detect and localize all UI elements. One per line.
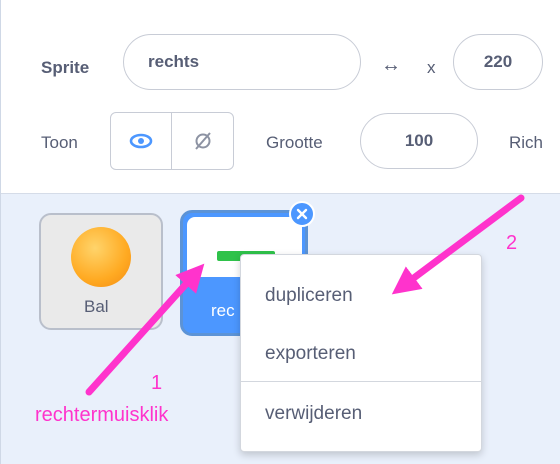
menu-divider — [241, 381, 481, 382]
annotation-right-click: rechtermuisklik — [35, 404, 169, 426]
size-label: Grootte — [266, 133, 323, 152]
context-menu: dupliceren exporteren verwijderen — [240, 254, 482, 452]
size-value: 100 — [404, 131, 434, 150]
hide-button[interactable] — [172, 113, 233, 169]
show-button[interactable] — [111, 113, 173, 169]
menu-item-delete[interactable]: verwijderen — [241, 385, 481, 443]
sprite-pane: Sprite rechts ↔ x 220 Toon Grootte 100 R… — [0, 0, 560, 464]
visibility-toggle — [110, 112, 234, 170]
ball-icon — [71, 227, 131, 287]
menu-item-export[interactable]: exporteren — [241, 325, 481, 383]
hidden-eye-icon — [194, 132, 211, 150]
sprite-tile-bal[interactable]: Bal — [39, 213, 163, 330]
close-icon — [296, 208, 308, 220]
sprite-name-value: rechts — [148, 52, 200, 71]
delete-sprite-button[interactable] — [289, 201, 315, 227]
sprite-info-panel: Sprite rechts ↔ x 220 Toon Grootte 100 R… — [1, 0, 560, 194]
size-input[interactable]: 100 — [360, 113, 478, 169]
x-value: 220 — [483, 52, 513, 71]
x-input[interactable]: 220 — [453, 34, 543, 90]
x-label: x — [427, 58, 436, 77]
annotation-step-1: 1 — [151, 372, 163, 394]
eye-icon — [129, 133, 153, 149]
sprite-label: Sprite — [41, 58, 90, 77]
sprite-name-input[interactable]: rechts — [123, 34, 361, 90]
show-label: Toon — [41, 133, 78, 152]
sprite-tile-label: rec — [211, 301, 235, 320]
menu-item-duplicate[interactable]: dupliceren — [241, 267, 481, 325]
direction-label: Rich — [509, 133, 544, 152]
annotation-step-2: 2 — [506, 232, 518, 254]
x-arrows-icon: ↔ — [381, 54, 401, 76]
sprite-tile-label: Bal — [84, 297, 109, 316]
